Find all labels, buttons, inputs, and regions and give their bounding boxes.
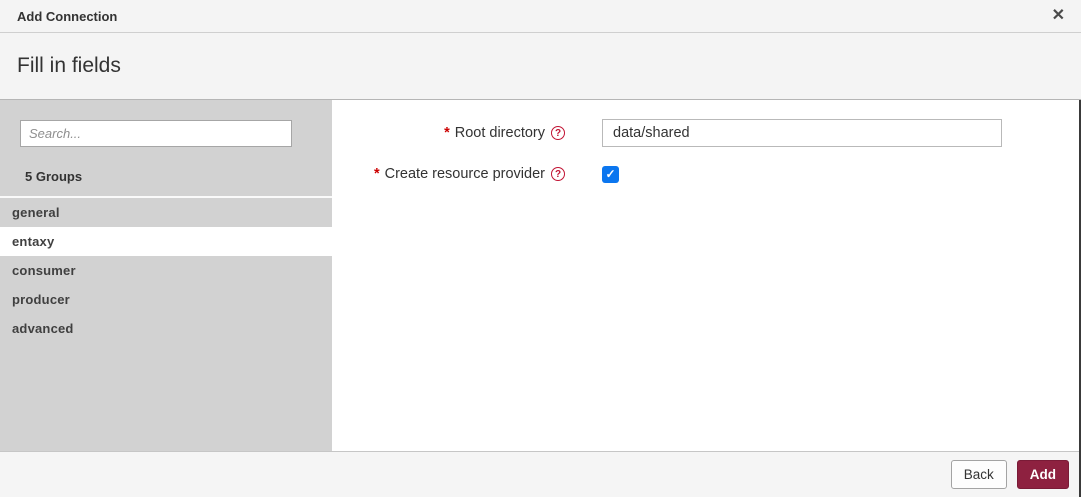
form-row-create-resource-provider: * Create resource provider ? ✓ [332,160,1081,188]
sidebar-item-general[interactable]: general [0,198,332,227]
add-button[interactable]: Add [1017,460,1069,489]
required-marker: * [444,125,450,141]
create-resource-provider-checkbox[interactable]: ✓ [602,166,619,183]
modal-body: 5 Groups general entaxy consumer produce… [0,100,1081,451]
modal-header: Add Connection ✕ [0,0,1081,33]
required-marker: * [374,166,380,182]
create-resource-provider-control: ✓ [602,166,619,183]
close-icon[interactable]: ✕ [1052,8,1065,24]
page-title: Fill in fields [17,54,121,78]
root-directory-input[interactable] [602,119,1002,147]
field-label-text: Create resource provider [385,166,545,182]
back-button[interactable]: Back [951,460,1007,489]
checkmark-icon: ✓ [605,168,615,180]
root-directory-label: * Root directory ? [332,125,565,141]
add-connection-modal: Add Connection ✕ Fill in fields 5 Groups… [0,0,1081,497]
form-row-root-directory: * Root directory ? [332,119,1081,147]
root-directory-control [602,119,1002,147]
groups-sidebar: 5 Groups general entaxy consumer produce… [0,100,332,451]
sidebar-item-producer[interactable]: producer [0,285,332,314]
field-label-text: Root directory [455,125,545,141]
help-icon[interactable]: ? [551,167,565,181]
sidebar-item-consumer[interactable]: consumer [0,256,332,285]
create-resource-provider-label: * Create resource provider ? [332,166,565,182]
sidebar-item-advanced[interactable]: advanced [0,314,332,343]
help-icon[interactable]: ? [551,126,565,140]
group-list: general entaxy consumer producer advance… [0,196,332,343]
form-panel: * Root directory ? * Create resource pro… [332,100,1081,451]
modal-title: Add Connection [17,9,117,24]
modal-subheader: Fill in fields [0,33,1081,100]
sidebar-item-entaxy[interactable]: entaxy [0,227,332,256]
modal-footer: Back Add [0,451,1081,497]
groups-count-label: 5 Groups [25,169,332,184]
search-input[interactable] [20,120,292,147]
